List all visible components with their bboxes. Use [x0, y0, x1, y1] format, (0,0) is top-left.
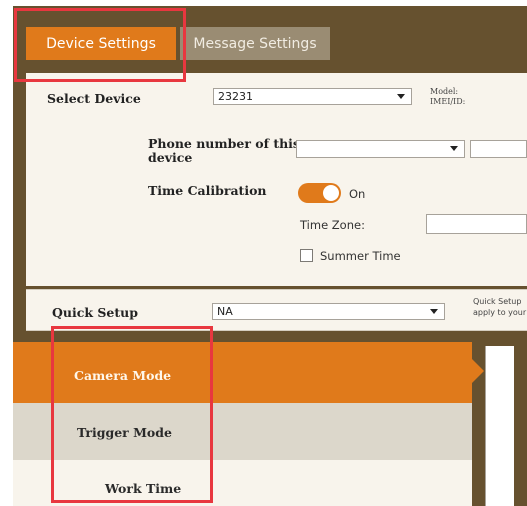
select-device-label: Select Device	[47, 91, 141, 106]
quick-setup-note-line1: Quick Setup	[473, 297, 522, 306]
summer-time-checkbox[interactable]	[300, 249, 313, 262]
select-device-value: 23231	[218, 90, 253, 103]
nav-item-camera-mode[interactable]: Camera Mode	[13, 342, 472, 403]
tab-device-settings[interactable]: Device Settings	[26, 27, 176, 60]
nav-item-work-time[interactable]: Work Time	[13, 460, 472, 506]
time-calibration-state: On	[349, 187, 366, 201]
tab-device-settings-label: Device Settings	[46, 35, 156, 52]
tab-message-settings[interactable]: Message Settings	[180, 27, 330, 60]
time-zone-field[interactable]	[426, 214, 527, 234]
time-zone-label: Time Zone:	[300, 218, 365, 232]
chevron-down-icon	[430, 309, 438, 314]
settings-nav-list: Camera Mode Trigger Mode Work Time	[13, 342, 472, 506]
phone-number-label-line1: Phone number of this	[148, 136, 300, 151]
nav-item-work-time-label: Work Time	[105, 481, 182, 496]
tab-message-settings-label: Message Settings	[193, 35, 317, 52]
select-device-dropdown[interactable]: 23231	[213, 88, 412, 105]
camera-mode-detail-panel	[485, 346, 514, 506]
quick-setup-label: Quick Setup	[52, 305, 138, 320]
quick-setup-panel: Quick Setup NA Quick Setup apply to your	[26, 289, 527, 331]
phone-number-input[interactable]	[470, 140, 527, 158]
chevron-down-icon	[450, 146, 458, 151]
toggle-knob	[323, 185, 339, 201]
imei-label: IMEI/ID:	[430, 97, 466, 106]
quick-setup-note-line2: apply to your	[473, 308, 527, 317]
selected-arrow-icon	[471, 358, 484, 384]
nav-item-camera-mode-label: Camera Mode	[74, 368, 172, 383]
time-calibration-toggle[interactable]	[298, 183, 341, 203]
quick-setup-dropdown[interactable]: NA	[212, 303, 445, 320]
chevron-down-icon	[397, 94, 405, 99]
device-settings-panel: Select Device 23231 Model: IMEI/ID: Phon…	[26, 73, 527, 286]
quick-setup-value: NA	[217, 305, 233, 318]
nav-item-trigger-mode-label: Trigger Mode	[77, 425, 172, 440]
phone-number-dropdown[interactable]	[296, 140, 465, 158]
nav-item-trigger-mode[interactable]: Trigger Mode	[13, 403, 472, 460]
phone-number-label-line2: device	[148, 150, 193, 165]
time-calibration-label: Time Calibration	[148, 183, 267, 198]
summer-time-label: Summer Time	[320, 249, 401, 263]
model-label: Model:	[430, 87, 459, 96]
phone-number-label: Phone number of this device	[148, 137, 300, 165]
